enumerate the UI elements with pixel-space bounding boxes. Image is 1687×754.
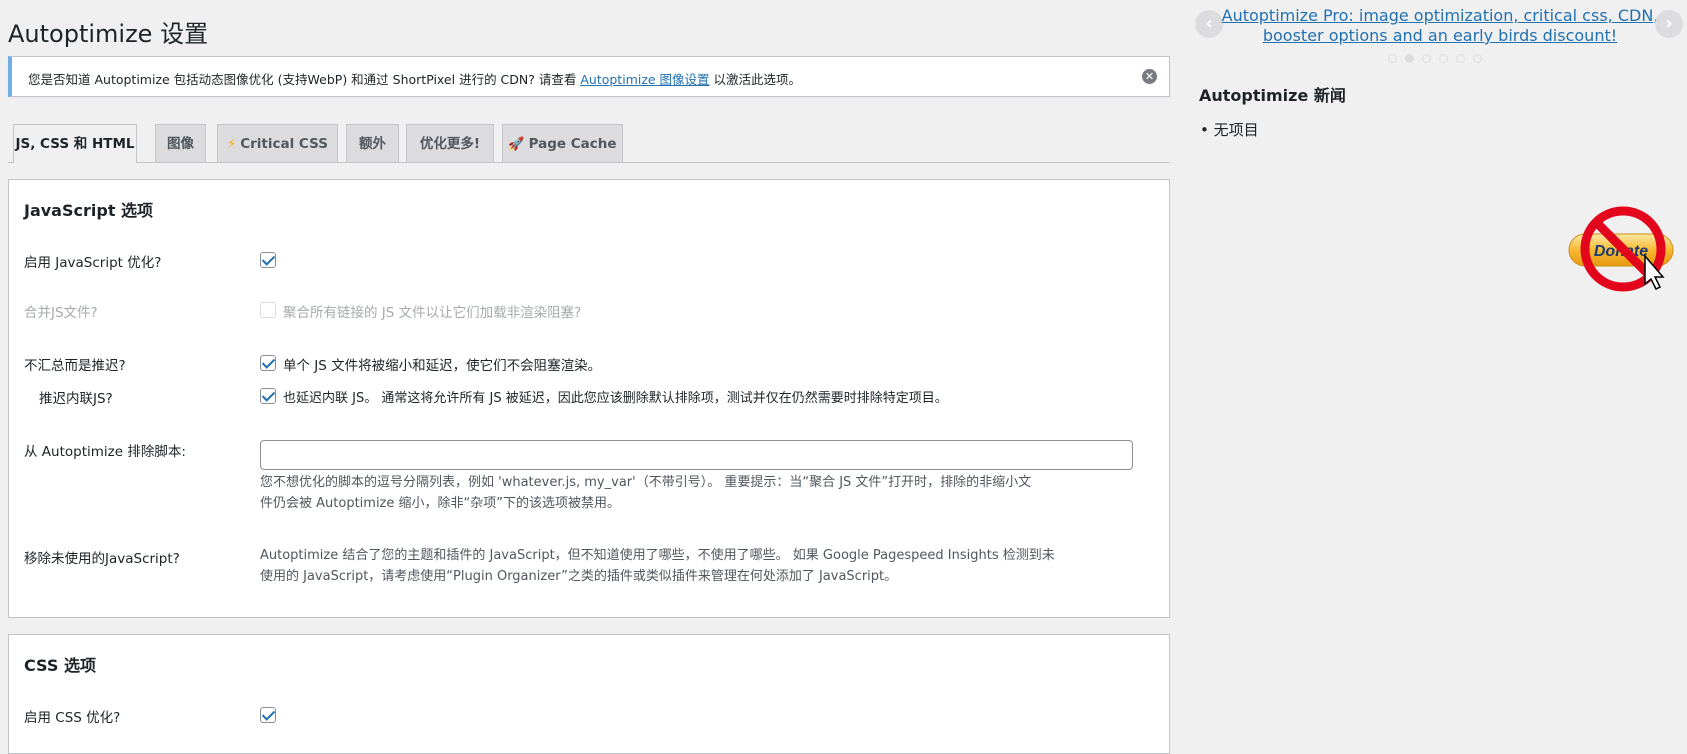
defer-inline-js-text: 也延迟内联 JS。 通常这将允许所有 JS 被延迟，因此您应该删除默认排除项，测…: [283, 391, 948, 406]
tab-label: 优化更多!: [419, 136, 481, 152]
news-item-text: 无项目: [1213, 121, 1259, 139]
css-options-panel: CSS 选项 启用 CSS 优化?: [8, 634, 1170, 754]
notice-text: 您是否知道 Autoptimize 包括动态图像优化 (支持WebP) 和通过 …: [28, 69, 801, 88]
defer-js-checkbox[interactable]: [260, 355, 276, 371]
exclude-scripts-label: 从 Autoptimize 排除脚本:: [24, 444, 186, 460]
tab-label: Critical CSS: [240, 136, 328, 152]
remove-unused-js-description: Autoptimize 结合了您的主题和插件的 JavaScript，但不知道使…: [260, 545, 1140, 587]
remove-unused-js-label: 移除未使用的JavaScript?: [24, 551, 180, 567]
desc-line: 使用的 JavaScript，请考虑使用“Plugin Organizer”之类…: [260, 569, 898, 584]
tab-extra[interactable]: 额外: [346, 124, 399, 162]
image-settings-link[interactable]: Autoptimize 图像设置: [580, 72, 709, 87]
carousel-dot[interactable]: [1473, 54, 1482, 63]
tab-label: 图像: [167, 136, 194, 152]
lightning-icon: ⚡: [227, 137, 237, 152]
desc-line: 件仍会被 Autoptimize 缩小，除非“杂项”下的该选项被禁用。: [260, 496, 620, 511]
aggregate-js-checkbox[interactable]: [260, 302, 276, 318]
tab-js-css-html[interactable]: JS, CSS 和 HTML: [13, 124, 137, 163]
desc-line: 您不想优化的脚本的逗号分隔列表，例如 'whatever.js, my_var'…: [260, 475, 1032, 490]
info-notice: 您是否知道 Autoptimize 包括动态图像优化 (支持WebP) 和通过 …: [8, 56, 1170, 97]
defer-inline-js-checkbox[interactable]: [260, 388, 276, 404]
carousel-dot[interactable]: [1388, 54, 1397, 63]
tab-critical-css[interactable]: ⚡ Critical CSS: [217, 124, 338, 162]
defer-js-label: 不汇总而是推迟?: [24, 358, 126, 374]
settings-tabs: JS, CSS 和 HTML 图像 ⚡ Critical CSS 额外 优化更多!…: [8, 124, 1170, 163]
news-list-item: • 无项目: [1200, 121, 1259, 139]
close-circle-icon[interactable]: ✕: [1142, 69, 1157, 84]
carousel-dot[interactable]: [1422, 54, 1431, 63]
tab-optimize-more[interactable]: 优化更多!: [406, 124, 494, 162]
tab-images[interactable]: 图像: [155, 124, 206, 162]
defer-js-text: 单个 JS 文件将被缩小和延迟，使它们不会阻塞渲染。: [283, 358, 602, 374]
tab-label: Page Cache: [528, 136, 617, 152]
donate-blocked-icon: Donate: [1568, 206, 1674, 292]
defer-inline-js-label: 推迟内联JS?: [39, 391, 113, 407]
notice-text-before: 您是否知道 Autoptimize 包括动态图像优化 (支持WebP) 和通过 …: [28, 72, 581, 87]
tab-label: JS, CSS 和 HTML: [15, 136, 135, 152]
aggregate-js-text: 聚合所有链接的 JS 文件以让它们加载非渲染阻塞?: [283, 305, 582, 321]
news-title: Autoptimize 新闻: [1199, 86, 1346, 105]
donate-button[interactable]: Donate: [1567, 204, 1677, 304]
exclude-scripts-description: 您不想优化的脚本的逗号分隔列表，例如 'whatever.js, my_var'…: [260, 472, 1140, 514]
rocket-icon: 🚀: [508, 137, 525, 152]
enable-js-label: 启用 JavaScript 优化?: [24, 255, 162, 271]
carousel-dots: [1388, 52, 1490, 67]
tab-page-cache[interactable]: 🚀 Page Cache: [502, 124, 623, 162]
carousel-dot[interactable]: [1456, 54, 1465, 63]
enable-css-checkbox[interactable]: [260, 707, 276, 723]
exclude-scripts-input[interactable]: [260, 440, 1133, 470]
promo-link[interactable]: Autoptimize Pro: image optimization, cri…: [1220, 6, 1660, 46]
enable-css-label: 启用 CSS 优化?: [24, 710, 121, 726]
page-title: Autoptimize 设置: [8, 20, 209, 48]
css-section-title: CSS 选项: [24, 656, 96, 675]
chevron-right-icon[interactable]: ›: [1655, 10, 1683, 38]
chevron-left-icon[interactable]: ‹: [1195, 10, 1223, 38]
tab-label: 额外: [359, 136, 386, 152]
promo-line: Autoptimize Pro: image optimization, cri…: [1221, 6, 1659, 25]
javascript-section-title: JavaScript 选项: [24, 201, 154, 220]
carousel-dot[interactable]: [1439, 54, 1448, 63]
notice-text-after: 以激活此选项。: [709, 72, 802, 87]
enable-js-checkbox[interactable]: [260, 252, 276, 268]
javascript-options-panel: JavaScript 选项 启用 JavaScript 优化? 合并JS文件? …: [8, 179, 1170, 618]
aggregate-js-label: 合并JS文件?: [24, 305, 98, 321]
desc-line: Autoptimize 结合了您的主题和插件的 JavaScript，但不知道使…: [260, 548, 1055, 563]
promo-line: booster options and an early birds disco…: [1262, 26, 1618, 45]
carousel-dot[interactable]: [1405, 54, 1414, 63]
